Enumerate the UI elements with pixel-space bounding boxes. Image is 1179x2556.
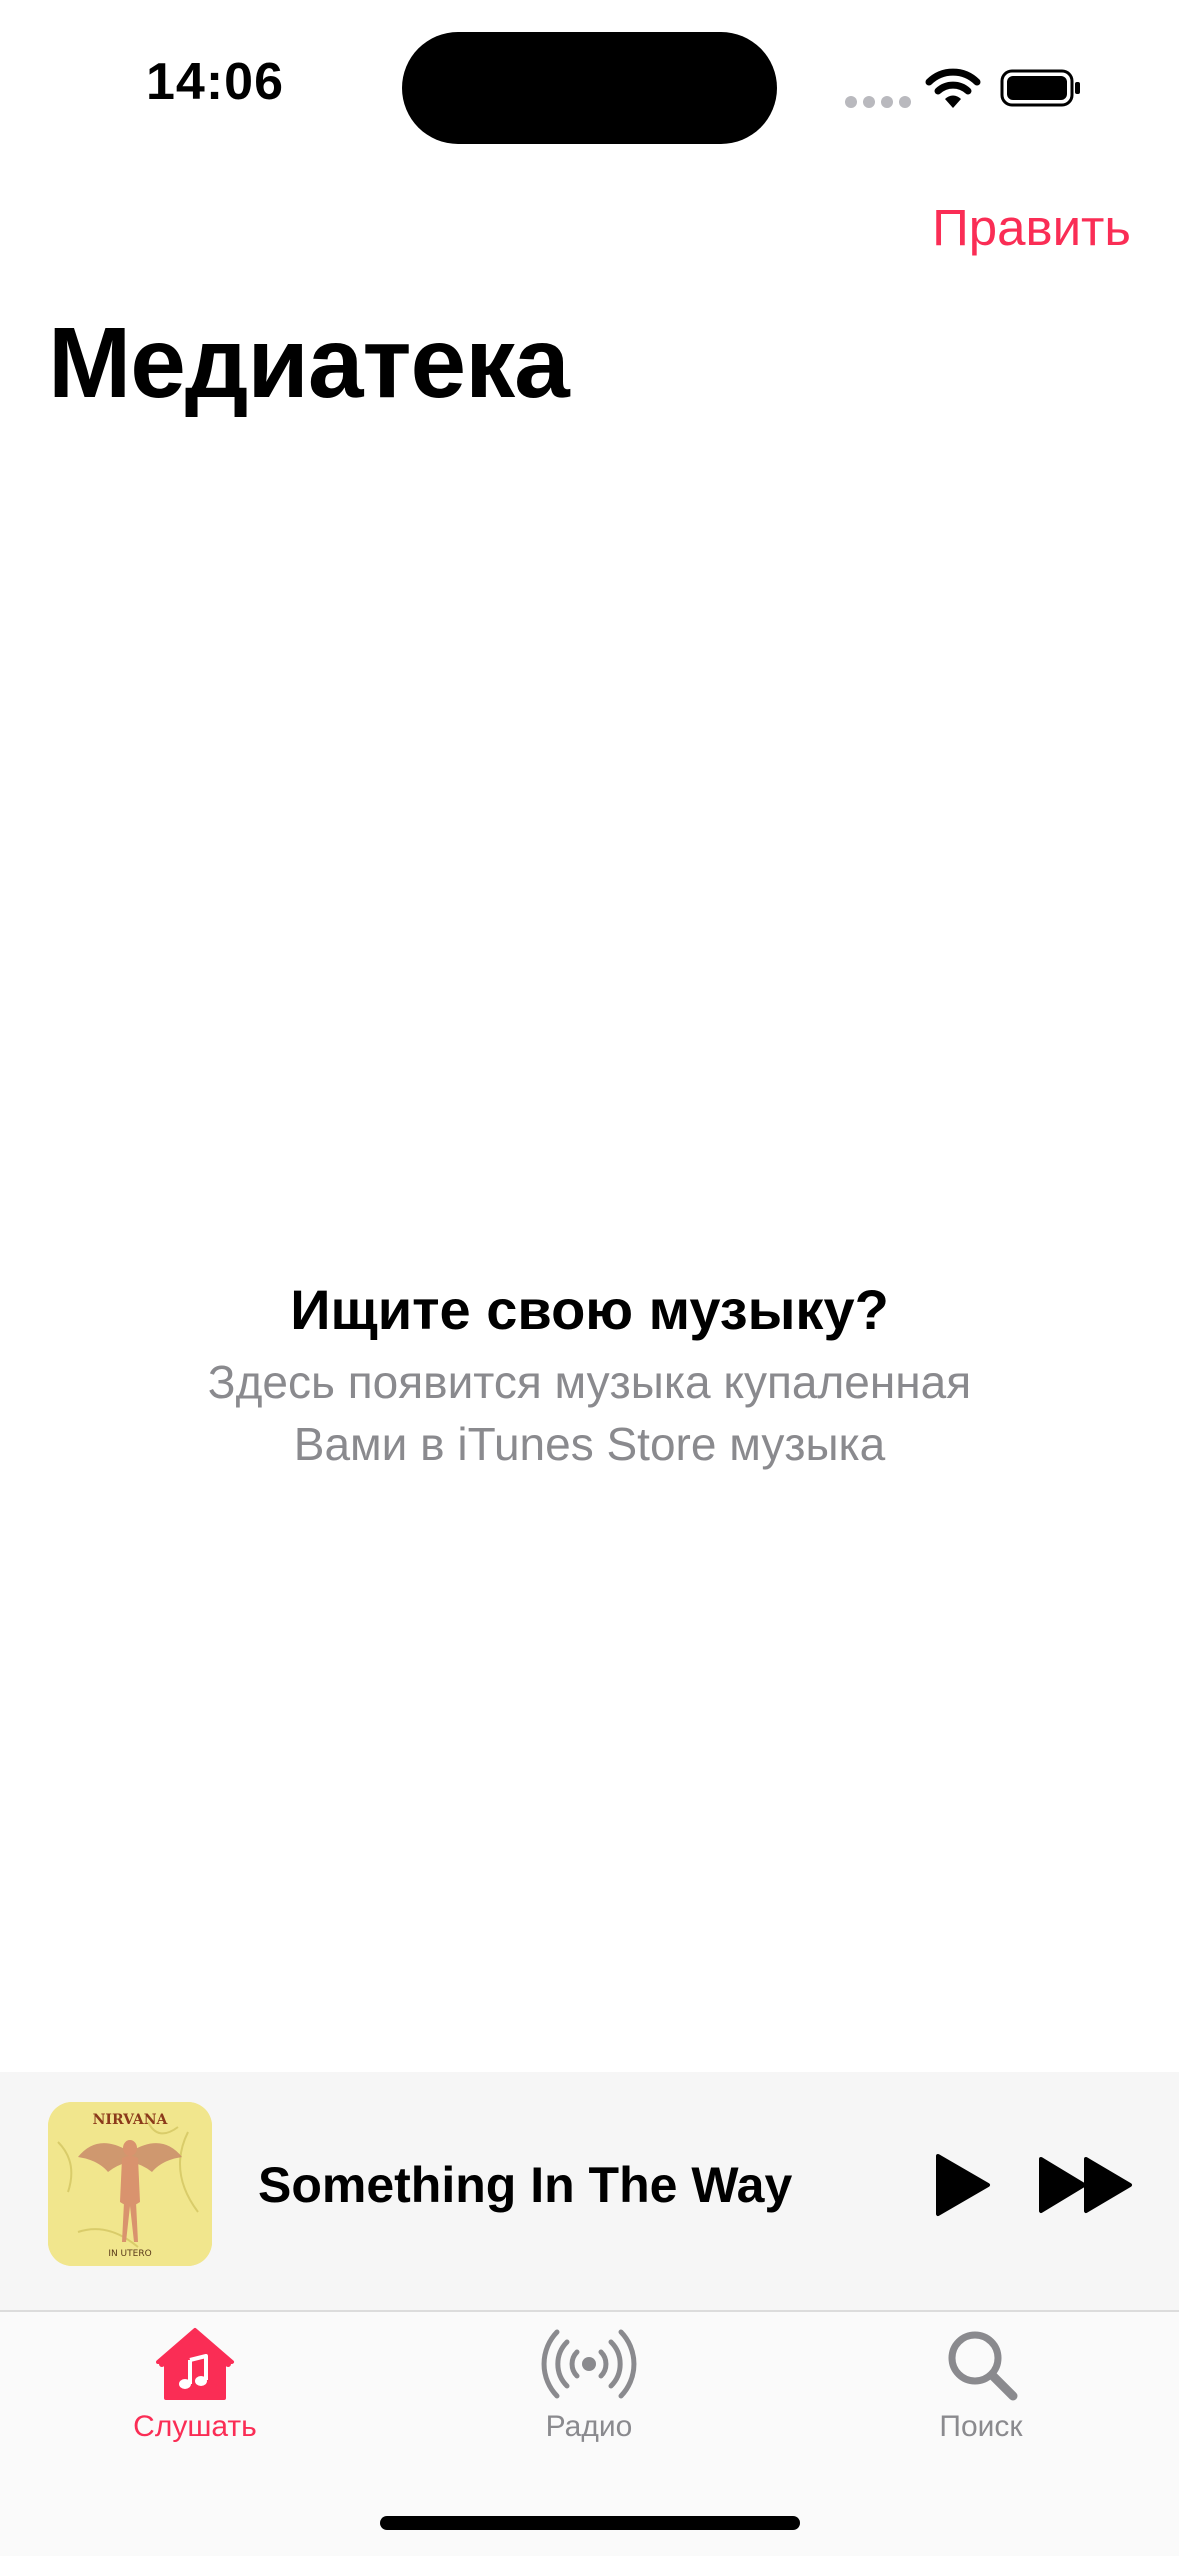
album-art-image: NIRVANA IN UTERO	[48, 2102, 212, 2266]
tab-listen-label: Слушать	[133, 2410, 257, 2443]
screen: 14:06 Править Медиатека Ищите свою музык…	[0, 0, 1179, 2556]
album-title-lettering: IN UTERO	[108, 2249, 151, 2259]
fast-forward-icon[interactable]	[1038, 2156, 1134, 2214]
tab-listen[interactable]: Слушать	[65, 2326, 325, 2476]
radio-icon	[541, 2329, 637, 2399]
play-icon[interactable]	[932, 2152, 992, 2218]
tab-search-label: Поиск	[939, 2410, 1023, 2443]
empty-state-subtitle-line-1: Здесь появится музыка купаленная	[207, 1356, 972, 1408]
battery-icon	[1000, 69, 1080, 107]
dynamic-island	[402, 32, 777, 144]
edit-button[interactable]: Править	[932, 198, 1131, 257]
empty-state-subtitle-line-2: Вами в iTunes Store музыка	[293, 1418, 886, 1470]
tab-search[interactable]: Поиск	[851, 2326, 1111, 2476]
tab-radio[interactable]: Радио	[459, 2326, 719, 2476]
page-title: Медиатека	[48, 307, 570, 419]
empty-state: Ищите свою музыку? Здесь появится музыка…	[0, 1275, 1179, 1475]
status-time: 14:06	[146, 53, 284, 111]
search-icon	[948, 2331, 1018, 2401]
empty-state-title: Ищите свою музыку?	[290, 1278, 889, 1341]
empty-state-subtitle: Здесь появится музыка купаленная Вами в …	[0, 1351, 1179, 1475]
track-title[interactable]: Something In The Way	[258, 2156, 792, 2214]
home-music-icon	[156, 2328, 234, 2400]
tab-radio-label: Радио	[545, 2410, 633, 2443]
home-indicator[interactable]	[380, 2516, 800, 2530]
signal-dots-icon	[845, 96, 911, 108]
wifi-icon	[925, 68, 981, 108]
album-band-lettering: NIRVANA	[93, 2112, 169, 2128]
album-art[interactable]: NIRVANA IN UTERO	[48, 2102, 212, 2266]
mini-player[interactable]: NIRVANA IN UTERO Something In The Way	[0, 2072, 1179, 2312]
